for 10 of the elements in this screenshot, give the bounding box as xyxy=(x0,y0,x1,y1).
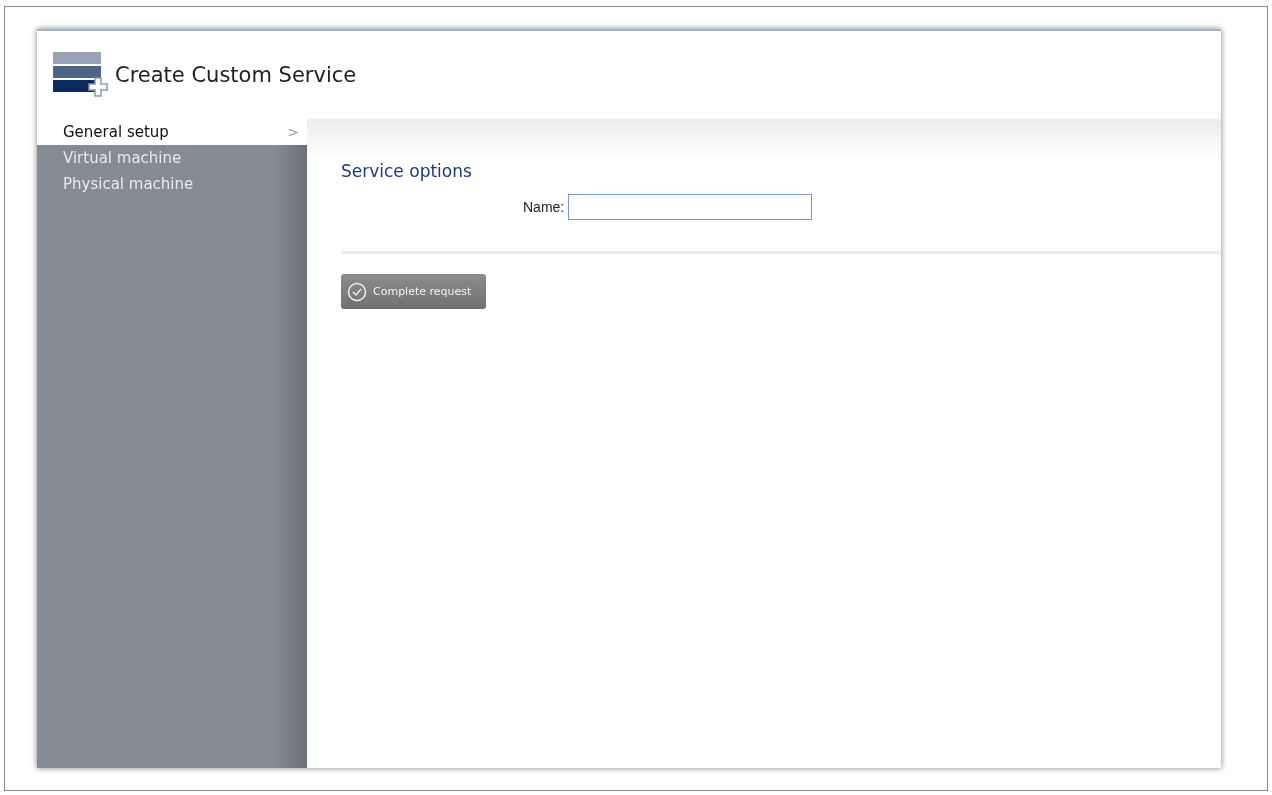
name-field[interactable] xyxy=(568,194,813,220)
window-title: Create Custom Service xyxy=(115,63,357,87)
sidebar-item[interactable]: Virtual machine xyxy=(37,145,307,171)
section-title: Service options xyxy=(341,161,473,181)
chevron-icon: > xyxy=(287,124,299,140)
complete-request-button[interactable]: Complete request xyxy=(341,274,486,309)
sidebar-item[interactable]: Physical machine xyxy=(37,171,307,197)
check-circle-icon xyxy=(347,281,367,302)
sidebar-item[interactable]: General setup > xyxy=(37,119,307,145)
field-label: Name: xyxy=(523,199,565,215)
